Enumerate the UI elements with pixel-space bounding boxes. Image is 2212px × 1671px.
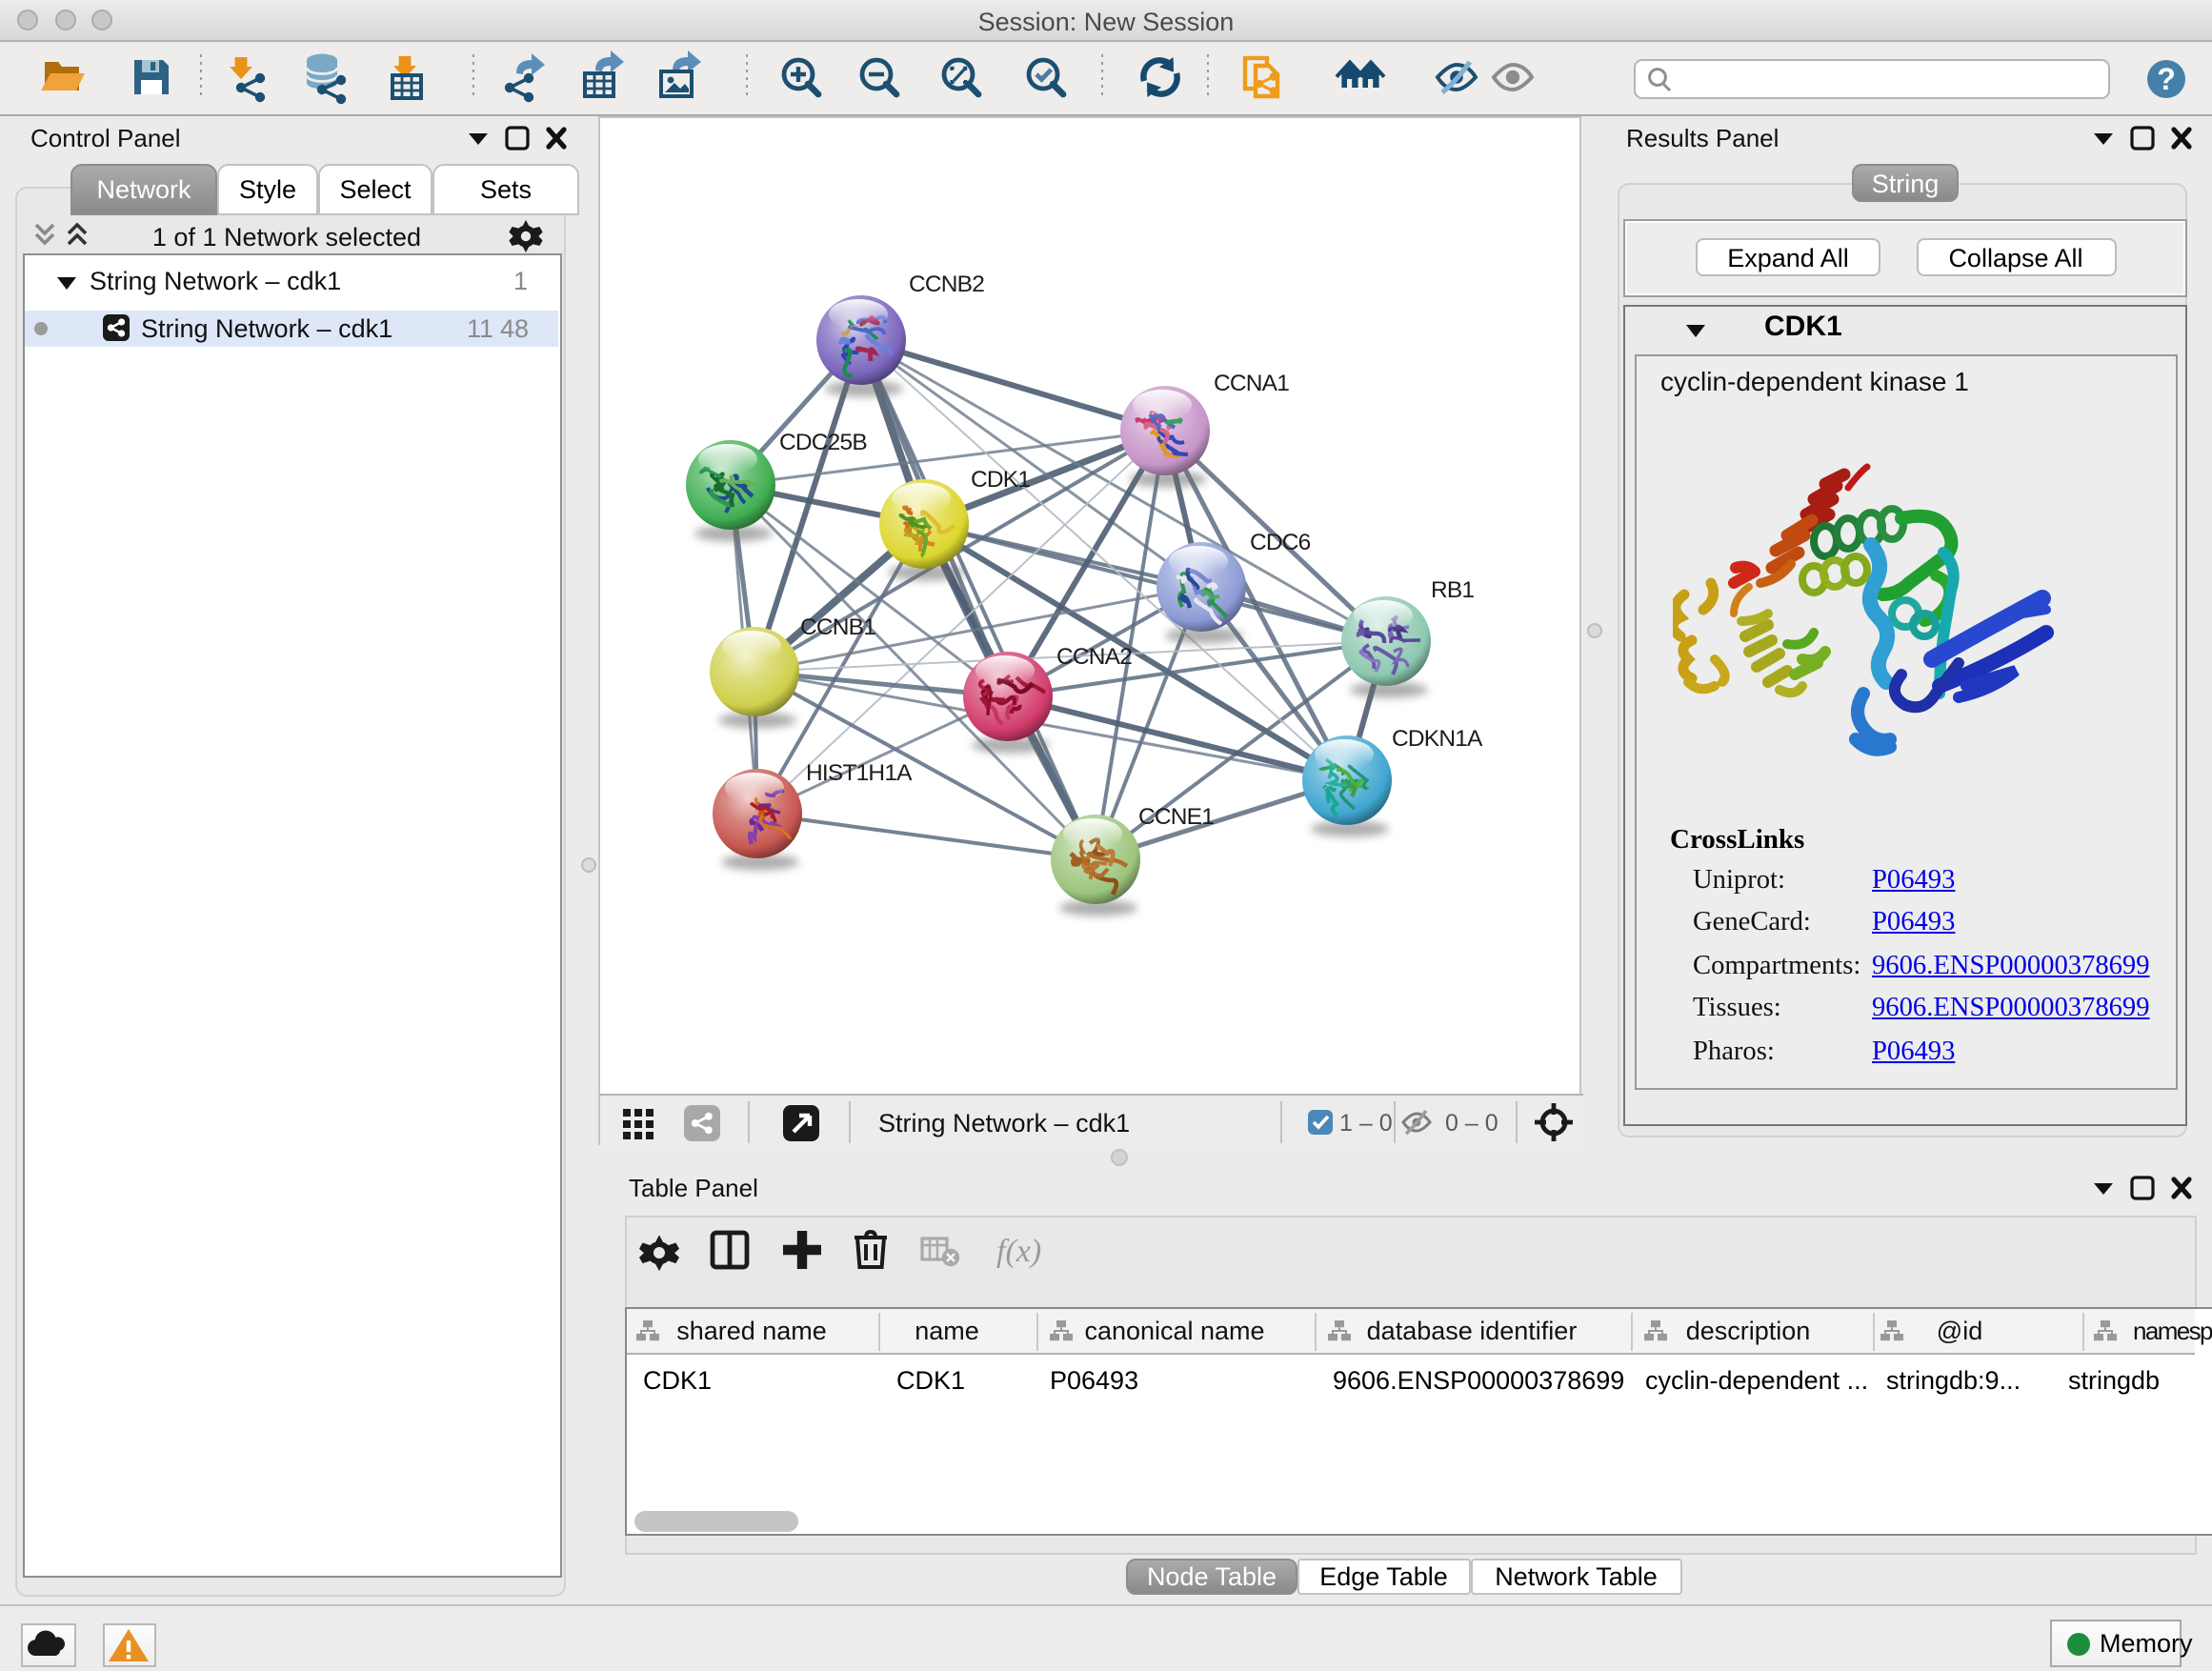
svg-text:0 – 0: 0 – 0 (1445, 1110, 1498, 1137)
svg-text:String Network – cdk1: String Network – cdk1 (878, 1109, 1130, 1137)
svg-text:f(x): f(x) (996, 1234, 1041, 1269)
svg-text:CDC6: CDC6 (1250, 530, 1311, 555)
svg-text:?: ? (2157, 62, 2176, 96)
svg-text:HIST1H1A: HIST1H1A (806, 760, 913, 786)
svg-text:1 – 0: 1 – 0 (1339, 1110, 1393, 1137)
svg-text:CCNA1: CCNA1 (1214, 371, 1289, 396)
svg-text:RB1: RB1 (1431, 577, 1474, 603)
svg-text:CCNA2: CCNA2 (1056, 644, 1132, 670)
svg-text:CCNB1: CCNB1 (800, 614, 875, 640)
svg-text:CDC25B: CDC25B (779, 430, 867, 455)
svg-text:CDKN1A: CDKN1A (1392, 726, 1483, 752)
svg-text:CCNB2: CCNB2 (909, 272, 984, 297)
svg-text:CDK1: CDK1 (971, 467, 1030, 493)
svg-text:CCNE1: CCNE1 (1138, 804, 1214, 830)
